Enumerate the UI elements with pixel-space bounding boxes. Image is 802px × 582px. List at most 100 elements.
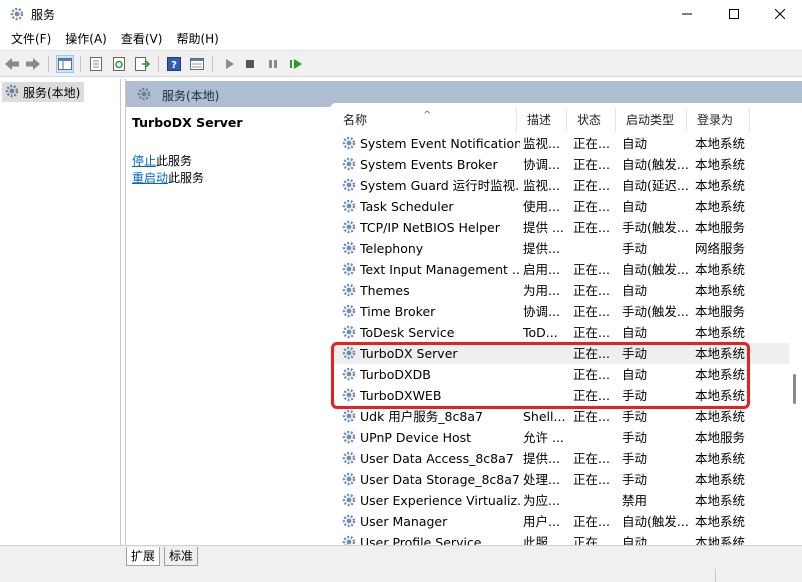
service-status: [573, 238, 617, 259]
tab-standard[interactable]: 标准: [164, 547, 199, 566]
service-status: 正在...: [573, 409, 610, 424]
service-startup-type: 手动: [622, 430, 648, 445]
menu-action[interactable]: 操作(A): [58, 28, 114, 50]
service-startup-type: 自动: [622, 199, 648, 214]
pause-service-icon[interactable]: [264, 55, 282, 73]
minimize-button[interactable]: [664, 0, 710, 28]
service-row[interactable]: Udk 用户服务_8c8a7 Shell... 正在... 手动 本地系统: [333, 406, 789, 427]
service-row[interactable]: TCP/IP NetBIOS Helper 提供 ... 正在... 手动(触发...…: [333, 217, 789, 238]
menu-view[interactable]: 查看(V): [114, 28, 170, 50]
service-gear-icon: [341, 429, 357, 445]
service-logon-as: 本地系统: [695, 178, 746, 193]
service-logon-as: 本地系统: [695, 493, 746, 508]
column-header-status[interactable]: 状态: [567, 108, 616, 132]
services-app-icon: [9, 6, 25, 22]
service-row[interactable]: User Manager 用户... 正在... 自动(触发... 本地系统: [333, 511, 789, 532]
bottom-bar: 扩展 标准: [0, 545, 802, 582]
service-description: 为应...: [523, 493, 560, 508]
action-suffix: 此服务: [168, 171, 205, 185]
restart-service-link[interactable]: 重启动: [132, 171, 168, 185]
column-header-logon-as[interactable]: 登录为: [687, 108, 750, 132]
stop-service-icon[interactable]: [241, 55, 259, 73]
service-row[interactable]: ToDesk Service ToD... 正在... 自动 本地系统: [333, 322, 789, 343]
service-status: 正在...: [573, 304, 610, 319]
service-startup-type: 禁用: [622, 493, 648, 508]
service-description: 允许 ...: [523, 430, 564, 445]
service-gear-icon: [341, 492, 357, 508]
tree-item-services-local[interactable]: 服务(本地): [2, 82, 84, 102]
highlight-annotation: [331, 342, 750, 409]
service-startup-type: 手动(触发...: [622, 220, 689, 235]
show-tree-icon[interactable]: [56, 55, 74, 73]
service-startup-type: 自动(触发...: [622, 514, 689, 529]
service-row[interactable]: User Data Access_8c8a7 提供... 正在... 手动 本地系统: [333, 448, 789, 469]
service-name: User Data Access_8c8a7: [360, 451, 514, 466]
service-startup-type: 自动: [622, 136, 648, 151]
service-row[interactable]: Text Input Management ... 启用... 正在... 自动(触发…: [333, 259, 789, 280]
service-gear-icon: [341, 156, 357, 172]
column-header-description[interactable]: 描述: [517, 108, 567, 132]
start-service-icon[interactable]: [220, 55, 238, 73]
service-status: [573, 427, 617, 448]
properties-icon[interactable]: [87, 55, 105, 73]
refresh-icon[interactable]: [110, 55, 128, 73]
service-name: System Events Broker: [360, 157, 498, 172]
vertical-scrollbar[interactable]: [789, 108, 802, 545]
back-arrow-icon[interactable]: [3, 55, 21, 73]
service-row[interactable]: Time Broker 协调... 正在... 手动(触发... 本地服务: [333, 301, 789, 322]
service-logon-as: 本地系统: [695, 283, 746, 298]
service-row[interactable]: Telephony 提供... 手动 网络服务: [333, 238, 789, 259]
column-header-startup-type[interactable]: 启动类型: [616, 108, 687, 132]
service-gear-icon: [341, 324, 357, 340]
column-header-name[interactable]: ^ 名称: [333, 108, 517, 132]
service-startup-type: 自动: [622, 535, 648, 545]
service-description: 监视...: [523, 136, 560, 151]
service-name: Time Broker: [360, 304, 436, 319]
service-logon-as: 本地系统: [695, 157, 746, 172]
action-suffix: 此服务: [156, 154, 193, 168]
service-status: [573, 490, 617, 511]
service-logon-as: 本地系统: [695, 199, 746, 214]
service-description: 协调...: [523, 304, 560, 319]
service-row[interactable]: Themes 为用... 正在... 自动 本地系统: [333, 280, 789, 301]
service-logon-as: 本地系统: [695, 451, 746, 466]
maximize-button[interactable]: [711, 0, 757, 28]
service-status: 正在...: [573, 451, 610, 466]
service-row[interactable]: System Events Broker 协调... 正在... 自动(触发... 本地…: [333, 154, 789, 175]
service-description: 启用...: [523, 262, 560, 277]
service-description: 提供...: [523, 241, 560, 256]
service-row[interactable]: User Profile Service 此服... 正在... 自动 本地系统: [333, 532, 789, 545]
stop-service-link[interactable]: 停止: [132, 154, 156, 168]
service-gear-icon: [341, 282, 357, 298]
service-status: 正在...: [573, 325, 610, 340]
service-row[interactable]: User Experience Virtualiz... 为应... 禁用 本地系统: [333, 490, 789, 511]
service-gear-icon: [341, 303, 357, 319]
service-status: 正在...: [573, 514, 610, 529]
service-description: Shell...: [523, 409, 566, 424]
menu-help[interactable]: 帮助(H): [169, 28, 225, 50]
service-row[interactable]: User Data Storage_8c8a7 处理... 正在... 手动 本地系统: [333, 469, 789, 490]
help-icon[interactable]: ?: [165, 55, 183, 73]
service-startup-type: 手动: [622, 451, 648, 466]
service-status: 正在...: [573, 262, 610, 277]
service-status: 正在...: [573, 199, 610, 214]
pane-header: 服务(本地): [126, 81, 802, 109]
forward-arrow-icon[interactable]: [24, 55, 42, 73]
service-row[interactable]: System Guard 运行时监视... 监视... 正在... 自动(延迟... 本…: [333, 175, 789, 196]
service-row[interactable]: Task Scheduler 使用... 正在... 自动 本地系统: [333, 196, 789, 217]
scrollbar-thumb[interactable]: [793, 374, 796, 404]
service-startup-type: 自动(触发...: [622, 262, 689, 277]
tree-item-label: 服务(本地): [23, 85, 81, 100]
service-name: ToDesk Service: [360, 325, 455, 340]
close-button[interactable]: [757, 0, 802, 28]
pane-header-title: 服务(本地): [162, 89, 220, 103]
service-startup-type: 手动(触发...: [622, 304, 689, 319]
service-gear-icon: [341, 534, 357, 545]
export-list-icon[interactable]: [133, 55, 151, 73]
service-row[interactable]: System Event Notification... 监视... 正在... 自动…: [333, 133, 789, 154]
view-details-icon[interactable]: [188, 55, 206, 73]
restart-service-icon[interactable]: [287, 55, 305, 73]
menu-file[interactable]: 文件(F): [4, 28, 58, 50]
tab-extended[interactable]: 扩展: [126, 547, 161, 566]
service-row[interactable]: UPnP Device Host 允许 ... 手动 本地服务: [333, 427, 789, 448]
